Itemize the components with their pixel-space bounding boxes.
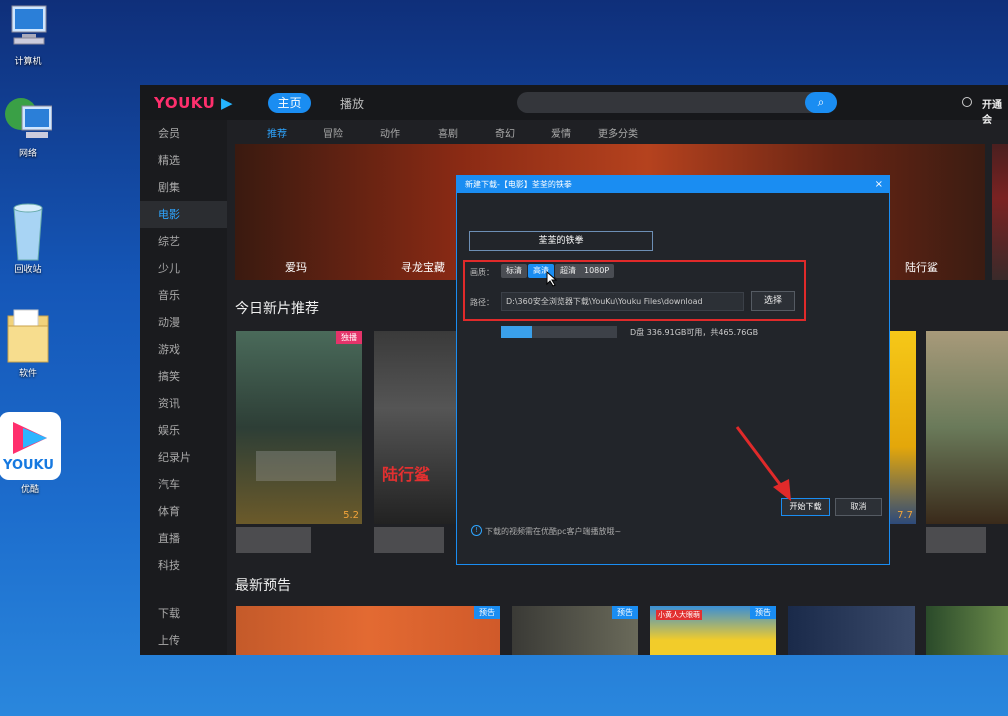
disk-usage-bar (501, 326, 617, 338)
sidebar-item[interactable]: 纪录片 (140, 444, 227, 471)
subnav-adventure[interactable]: 冒险 (323, 125, 343, 140)
trailer-card[interactable]: 小黄人大眼萌 预告 (650, 606, 776, 655)
blurred-caption (236, 527, 311, 553)
cancel-button[interactable]: 取消 (835, 498, 882, 516)
sidebar-item[interactable]: 娱乐 (140, 417, 227, 444)
mouse-cursor-icon (546, 271, 558, 287)
folder-icon (4, 306, 52, 363)
quality-label: 画质： (470, 268, 494, 277)
blurred-caption (374, 527, 444, 553)
rating: 5.2 (343, 510, 359, 521)
banner-caption[interactable]: 爱玛 (285, 259, 307, 275)
banner-caption[interactable]: 陆行鲨 (905, 259, 938, 275)
desktop-icon-software-folder[interactable]: 软件 (0, 306, 58, 379)
quality-option-shd[interactable]: 超清 (555, 264, 581, 278)
trailer-card[interactable]: 预告 (512, 606, 638, 655)
sidebar-bottom-item[interactable]: 下载 (140, 600, 227, 627)
dialog-title: 新建下载-【电影】荃荃的铁拳 (465, 180, 572, 189)
exclusive-badge: 独播 (336, 331, 362, 344)
sidebar-item[interactable]: 搞笑 (140, 363, 227, 390)
choose-path-button[interactable]: 选择 (751, 291, 795, 311)
sidebar: 会员 精选 剧集 电影 综艺 少儿 音乐 动漫 游戏 搞笑 资讯 娱乐 纪录片 汽车 体育 直播 科技下载 上传 (140, 120, 227, 655)
trailer-caption: 小黄人大眼萌 (656, 610, 702, 620)
sidebar-item[interactable]: 动漫 (140, 309, 227, 336)
desktop-icon-computer[interactable]: 计算机 (0, 2, 58, 67)
trailer-badge: 预告 (474, 606, 500, 619)
section-title-today: 今日新片推荐 (235, 301, 319, 317)
recycle-bin-icon (4, 200, 52, 261)
youku-icon-text: YOUKU (3, 458, 54, 473)
dialog-body: 荃荃的铁拳 画质： 标清 高清 超清 1080P 路径： D:\360安全浏览器… (457, 193, 889, 564)
quality-option-sd[interactable]: 标清 (501, 264, 527, 278)
annotation-arrow-icon (735, 426, 791, 501)
dialog-titlebar: 新建下载-【电影】荃荃的铁拳 × (457, 176, 889, 193)
network-icon (4, 94, 53, 142)
sidebar-item[interactable]: 汽车 (140, 471, 227, 498)
history-clock-icon[interactable] (962, 97, 972, 107)
desktop-icon-recycle-bin[interactable]: 回收站 (0, 200, 58, 275)
close-icon[interactable]: × (875, 176, 883, 193)
youku-logo[interactable]: YOUKU ▶ (154, 94, 233, 112)
path-label: 路径： (470, 298, 494, 307)
sidebar-item[interactable]: 科技 (140, 552, 227, 579)
blurred-title (256, 451, 336, 481)
poster-card[interactable]: 7.7 (890, 331, 916, 524)
banner-thumbnails[interactable] (992, 144, 1008, 280)
sidebar-item[interactable]: 会员 (140, 120, 227, 147)
trailer-card[interactable] (926, 606, 1008, 655)
poster-title: 陆行鲨 (382, 465, 431, 484)
new-download-dialog: 新建下载-【电影】荃荃的铁拳 × 荃荃的铁拳 画质： 标清 高清 超清 1080… (456, 175, 890, 565)
search-icon: ⌕ (817, 95, 825, 109)
subnav-more[interactable]: 更多分类 (598, 125, 638, 140)
subnav-comedy[interactable]: 喜剧 (438, 125, 458, 140)
trailer-card[interactable]: 预告 (236, 606, 500, 655)
desktop-icon-network[interactable]: 网络 (0, 94, 58, 159)
sidebar-item[interactable]: 少儿 (140, 255, 227, 282)
sidebar-item[interactable]: 资讯 (140, 390, 227, 417)
sidebar-item[interactable]: 游戏 (140, 336, 227, 363)
computer-icon (4, 2, 52, 50)
category-subnav: 推荐 冒险 动作 喜剧 奇幻 爱情 更多分类 (235, 120, 1008, 142)
sidebar-item[interactable]: 电影 (140, 201, 227, 228)
trailer-badge: 预告 (612, 606, 638, 619)
disk-space-text: D盘 336.91GB可用，共465.76GB (630, 328, 759, 337)
poster-card[interactable]: 陆行鲨 (374, 331, 462, 524)
logo-play-icon: ▶ (221, 94, 234, 112)
search-button[interactable]: ⌕ (805, 92, 837, 113)
desktop-icon-youku[interactable]: YOUKU 优酷 (0, 412, 62, 495)
youku-app-icon: YOUKU (0, 412, 61, 480)
poster-card[interactable]: 独播 5.2 (236, 331, 362, 524)
sidebar-item[interactable]: 综艺 (140, 228, 227, 255)
nav-play[interactable]: 播放 (340, 95, 364, 112)
download-tip: 下载的视频需在优酷pc客户端播放哦~ (485, 527, 622, 536)
disk-usage-fill (501, 326, 533, 338)
rating: 7.7 (897, 510, 913, 521)
sidebar-item[interactable]: 精选 (140, 147, 227, 174)
video-name-field[interactable]: 荃荃的铁拳 (469, 231, 653, 251)
sidebar-item[interactable]: 音乐 (140, 282, 227, 309)
trailer-card[interactable] (788, 606, 915, 655)
download-path-field[interactable]: D:\360安全浏览器下载\YouKu\Youku Files\download (501, 292, 744, 311)
search-input[interactable]: ⌕ (517, 92, 837, 113)
trailer-badge: 预告 (750, 606, 776, 619)
subnav-fantasy[interactable]: 奇幻 (495, 125, 515, 140)
banner-caption[interactable]: 寻龙宝藏 (401, 259, 445, 275)
subnav-action[interactable]: 动作 (380, 125, 400, 140)
sidebar-item[interactable]: 剧集 (140, 174, 227, 201)
subnav-romance[interactable]: 爱情 (551, 125, 571, 140)
blurred-caption (926, 527, 986, 553)
sidebar-bottom-item[interactable]: 上传 (140, 627, 227, 654)
section-title-trailers: 最新预告 (235, 578, 291, 594)
poster-card[interactable] (926, 331, 1008, 524)
quality-option-1080p[interactable]: 1080P (579, 264, 615, 278)
subnav-recommend[interactable]: 推荐 (267, 125, 287, 140)
sidebar-item[interactable]: 体育 (140, 498, 227, 525)
top-bar: YOUKU ▶ 主页 播放 ⌕ 开通会 (140, 85, 1008, 126)
sidebar-item[interactable]: 直播 (140, 525, 227, 552)
info-icon: ! (471, 525, 482, 536)
nav-home[interactable]: 主页 (268, 93, 311, 113)
